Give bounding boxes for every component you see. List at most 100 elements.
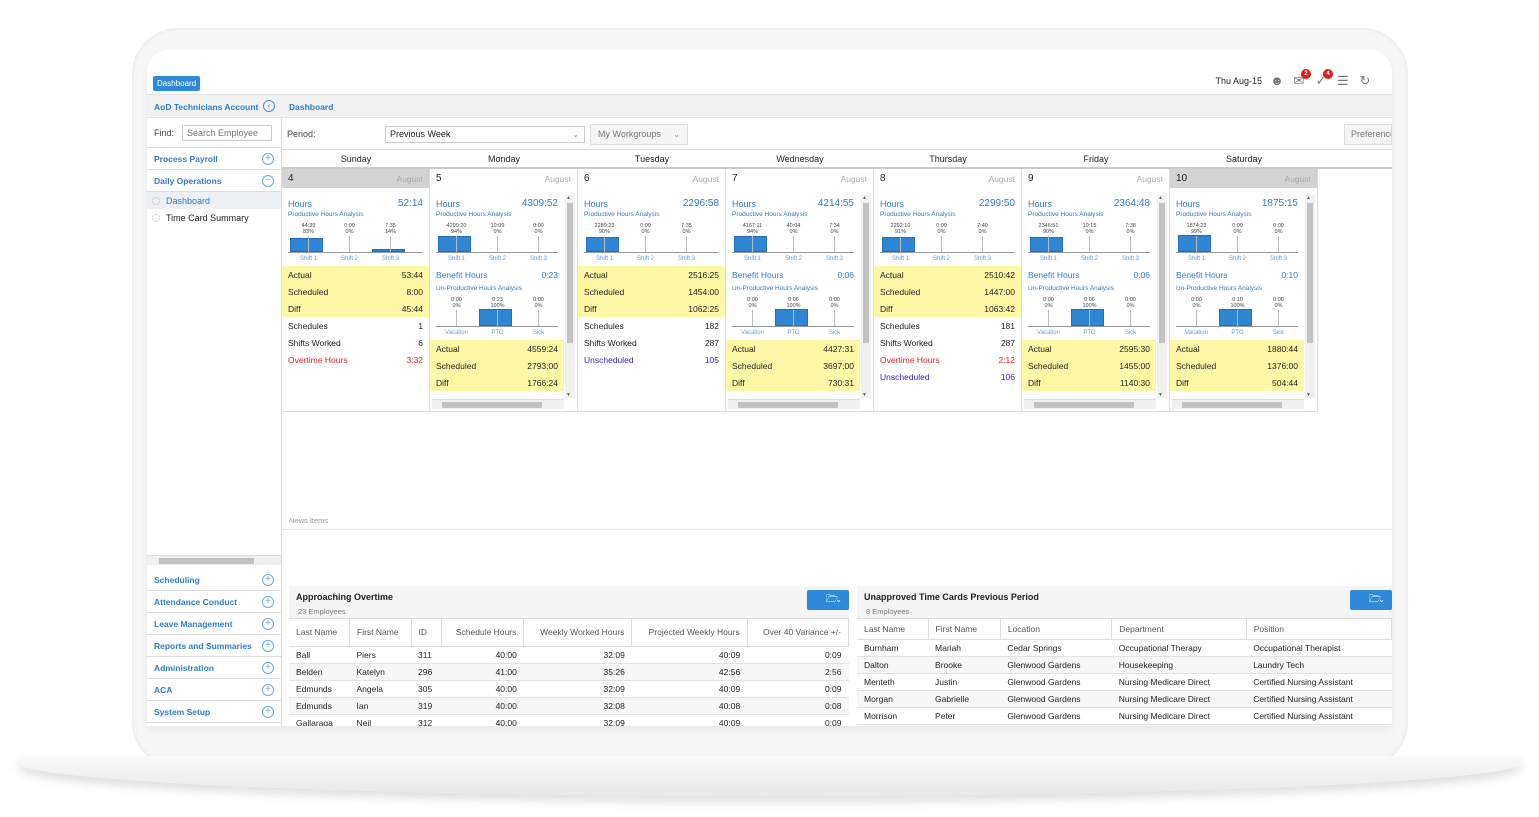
scrollbar-thumb[interactable]	[1182, 402, 1282, 408]
sidebar-item-process-payroll[interactable]: Process Payroll +	[147, 148, 281, 170]
sidebar-subitem-dashboard[interactable]: Dashboard	[147, 192, 281, 209]
column-header[interactable]: Weekly Worked Hours	[523, 619, 633, 647]
scrollbar-thumb[interactable]	[863, 203, 869, 343]
table-row[interactable]: Belden Katelyn 296 41:00 35:26 42:56 2:56	[289, 663, 849, 681]
table-row[interactable]: Morgan Gabrielle Glenwood Gardens Nursing M…	[857, 690, 1392, 708]
horizontal-scrollbar[interactable]	[728, 399, 860, 409]
expand-icon[interactable]: +	[262, 639, 274, 652]
scrollbar-thumb[interactable]	[1307, 203, 1313, 343]
vertical-scrollbar[interactable]: ▲ ▼	[1157, 195, 1167, 398]
day-card-sunday[interactable]: 4 August Hours 52:14 Productive Hours Analys…	[282, 169, 430, 412]
dashboard-button[interactable]: Dashboard	[153, 76, 201, 91]
period-select[interactable]: Previous Week ⌄	[385, 126, 585, 143]
sidebar-item-daily-operations[interactable]: Daily Operations −	[147, 170, 281, 192]
collapse-sidebar-icon[interactable]: ‹	[263, 100, 275, 112]
table-row[interactable]: Edmunds Ian 319 40:00 32:08 40:08 0:08	[289, 697, 849, 715]
day-card-tuesday[interactable]: 6 August Hours 2296:58 Productive Hours Anal…	[578, 169, 726, 412]
day-card-thursday[interactable]: 8 August Hours 2299:50 Productive Hours Anal…	[874, 169, 1022, 412]
scroll-down-arrow-icon[interactable]: ▼	[1158, 392, 1163, 398]
table-row[interactable]: RandDanielCentral OfficeGeneral/Administ…	[857, 724, 1392, 726]
scroll-down-arrow-icon[interactable]: ▼	[862, 392, 867, 398]
column-header[interactable]: Over 40 Variance +/-	[747, 619, 850, 647]
sidebar-item-scheduling[interactable]: Scheduling +	[147, 569, 281, 591]
scroll-up-arrow-icon[interactable]: ▲	[1158, 195, 1163, 201]
sidebar-item-system-setup[interactable]: System Setup +	[147, 701, 281, 723]
expand-icon[interactable]: +	[262, 661, 274, 674]
messages-icon[interactable]: ✉ 2	[1292, 69, 1311, 88]
preferences-button[interactable]: Preferences	[1344, 124, 1392, 145]
day-card-wednesday[interactable]: 7 August Hours 4214:55 Productive Hours Anal…	[726, 169, 874, 412]
scroll-down-arrow-icon[interactable]: ▼	[566, 392, 571, 398]
sidebar-item-attendance-conduct[interactable]: Attendance Conduct +	[147, 591, 281, 613]
vertical-scrollbar[interactable]: ▲ ▼	[861, 195, 871, 398]
table-row[interactable]: Gallaraga Neil 312 40:00 32:09 40:09 0:09	[289, 714, 849, 726]
scrollbar-thumb[interactable]	[738, 402, 838, 408]
expand-icon[interactable]: +	[262, 152, 274, 165]
sidebar-item-administration[interactable]: Administration +	[147, 657, 281, 679]
day-card-monday[interactable]: 5 August Hours 4309:52 Productive Hours Anal…	[430, 169, 578, 412]
hours-value[interactable]: 1875:15	[1262, 198, 1298, 209]
table-row[interactable]: Edmunds Angela 305 40:00 32:09 40:09 0:09	[289, 680, 849, 698]
device-base	[18, 756, 1521, 796]
sidebar-horizontal-scrollbar[interactable]	[147, 555, 281, 565]
day-card-friday[interactable]: 9 August Hours 2364:48 Productive Hours Anal…	[1022, 169, 1170, 412]
hours-value[interactable]: 4214:55	[818, 198, 854, 209]
hours-value[interactable]: 2299:50	[979, 198, 1015, 209]
scroll-up-arrow-icon[interactable]: ▲	[1306, 195, 1311, 201]
scrollbar-thumb[interactable]	[1034, 402, 1134, 408]
hours-value[interactable]: 52:14	[398, 198, 423, 209]
chart-column: 0:00 0%	[1110, 297, 1151, 326]
hours-value[interactable]: 2296:58	[683, 198, 719, 209]
column-header[interactable]: Last Name	[857, 619, 929, 640]
expand-icon[interactable]: +	[262, 595, 274, 608]
sidebar-item-leave-management[interactable]: Leave Management +	[147, 613, 281, 635]
sidebar-item-aca[interactable]: ACA +	[147, 679, 281, 701]
vertical-scrollbar[interactable]: ▲ ▼	[565, 195, 575, 398]
scroll-up-arrow-icon[interactable]: ▲	[566, 195, 571, 201]
scrollbar-thumb[interactable]	[442, 402, 542, 408]
column-header[interactable]: First Name	[349, 619, 412, 647]
horizontal-scrollbar[interactable]	[1172, 399, 1304, 409]
list-icon[interactable]: ☰	[1336, 74, 1350, 88]
table-row[interactable]: Menteth Justin Glenwood Gardens Nursing Med…	[857, 673, 1392, 691]
column-header[interactable]: Position	[1246, 619, 1392, 640]
scrollbar-thumb[interactable]	[1159, 203, 1165, 343]
vertical-scrollbar[interactable]: ▲ ▼	[1305, 195, 1315, 398]
column-header[interactable]: Projected Weekly Hours	[631, 619, 748, 647]
breadcrumb[interactable]: Dashboard	[289, 102, 333, 112]
table-row[interactable]: Morrison Peter Glenwood Gardens Nursing Med…	[857, 707, 1392, 725]
table-row[interactable]: Ball Piers 311 40:00 32:09 40:09 0:09	[289, 646, 849, 664]
table-row[interactable]: Burnham Mariah Cedar Springs Occupational T…	[857, 639, 1392, 657]
collapse-icon[interactable]: −	[262, 174, 274, 187]
column-header[interactable]: Last Name	[289, 619, 350, 647]
refresh-icon[interactable]: ↻	[1358, 74, 1372, 88]
workgroup-select[interactable]: My Workgroups ⌄	[590, 124, 688, 145]
user-icon[interactable]: ☻	[1270, 74, 1284, 88]
expand-icon[interactable]: +	[262, 573, 274, 586]
column-header[interactable]: Schedule Hours	[441, 619, 525, 647]
scroll-down-arrow-icon[interactable]: ▼	[1306, 392, 1311, 398]
expand-icon[interactable]: +	[262, 617, 274, 630]
account-name[interactable]: AoD Technicians Account	[154, 102, 258, 112]
scrollbar-thumb[interactable]	[567, 203, 573, 343]
day-card-saturday[interactable]: 10 August Hours 1875:15 Productive Hours Ana…	[1170, 169, 1318, 412]
column-header[interactable]: ID	[411, 619, 443, 647]
column-header[interactable]: Location	[1000, 619, 1113, 640]
sidebar-item-reports-and-summaries[interactable]: Reports and Summaries +	[147, 635, 281, 657]
hours-value[interactable]: 2364:48	[1114, 198, 1150, 209]
expand-icon[interactable]: +	[262, 683, 274, 696]
scroll-up-arrow-icon[interactable]: ▲	[862, 195, 867, 201]
scrollbar-thumb[interactable]	[159, 558, 254, 564]
widget-menu-button[interactable]: 🗁 ⌄	[807, 590, 849, 610]
table-row[interactable]: Dalton Brooke Glenwood Gardens Housekeeping…	[857, 656, 1392, 674]
widget-menu-button[interactable]: 🗁 ⌄	[1350, 590, 1392, 610]
column-header[interactable]: First Name	[928, 619, 1001, 640]
sidebar-subitem-time-card-summary[interactable]: Time Card Summary	[147, 209, 281, 226]
hours-value[interactable]: 4309:52	[522, 198, 558, 209]
column-header[interactable]: Department	[1111, 619, 1247, 640]
expand-icon[interactable]: +	[262, 705, 274, 718]
search-employee-input[interactable]	[182, 124, 273, 141]
horizontal-scrollbar[interactable]	[1024, 399, 1156, 409]
checkmark-icon[interactable]: ✓ 4	[1314, 69, 1333, 88]
horizontal-scrollbar[interactable]	[432, 399, 564, 409]
